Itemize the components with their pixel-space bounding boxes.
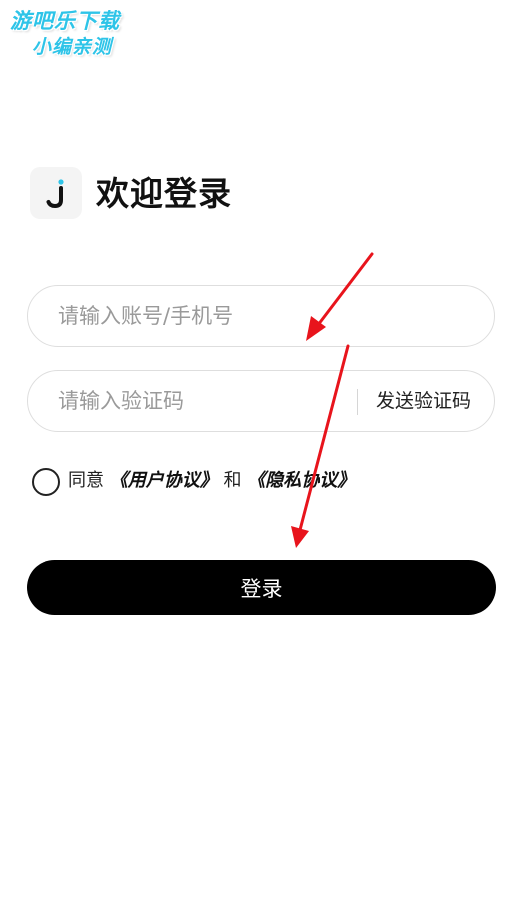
account-field[interactable] — [27, 285, 495, 347]
agreement-text: 同意 《用户协议》 和 《隐私协议》 — [68, 467, 355, 495]
privacy-policy-link[interactable]: 《隐私协议》 — [247, 470, 355, 491]
annotation-arrows — [291, 252, 374, 548]
verification-code-field[interactable]: 发送验证码 — [27, 370, 495, 432]
watermark-line-2: 小编亲测 — [32, 36, 113, 58]
user-agreement-link[interactable]: 《用户协议》 — [110, 470, 218, 491]
send-code-button[interactable]: 发送验证码 — [376, 371, 471, 431]
watermark-line-1: 游吧乐下载 — [10, 9, 120, 33]
field-divider — [357, 389, 358, 415]
login-button[interactable]: 登录 — [27, 560, 496, 615]
agree-label: 同意 — [68, 470, 104, 491]
app-logo-icon — [30, 167, 82, 219]
page-title: 欢迎登录 — [96, 174, 232, 213]
watermark-logo: 游吧乐下载 小编亲测 — [10, 8, 160, 60]
verification-code-input[interactable] — [58, 371, 348, 431]
and-label: 和 — [223, 470, 242, 491]
agree-radio[interactable] — [32, 468, 60, 496]
account-input[interactable] — [58, 286, 478, 346]
